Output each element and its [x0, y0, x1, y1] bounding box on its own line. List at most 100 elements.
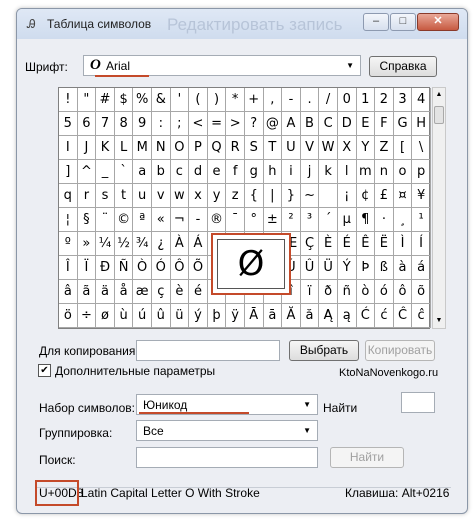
char-cell[interactable]: f: [226, 160, 245, 184]
char-cell[interactable]: Z: [375, 136, 394, 160]
char-cell[interactable]: N: [151, 136, 171, 160]
char-cell[interactable]: ý: [189, 304, 208, 328]
char-cell[interactable]: v: [151, 184, 171, 208]
help-button[interactable]: Справка: [369, 56, 437, 77]
char-cell[interactable]: ²: [282, 208, 301, 232]
char-cell[interactable]: 2: [375, 88, 394, 112]
char-cell[interactable]: E: [356, 112, 376, 136]
char-cell[interactable]: ´: [319, 208, 338, 232]
char-cell[interactable]: x: [189, 184, 208, 208]
char-cell[interactable]: Ç: [300, 232, 320, 256]
char-cell[interactable]: þ: [207, 304, 227, 328]
char-cell[interactable]: ö: [59, 304, 78, 328]
char-cell[interactable]: ¯: [226, 208, 245, 232]
char-cell[interactable]: ±: [263, 208, 283, 232]
char-cell[interactable]: -: [282, 88, 301, 112]
char-cell[interactable]: 1: [356, 88, 376, 112]
title-bar[interactable]: Ꭿ Таблица символов Редактировать запись …: [17, 9, 467, 39]
char-cell[interactable]: Ā: [244, 304, 264, 328]
char-cell[interactable]: %: [133, 88, 152, 112]
char-cell[interactable]: C: [319, 112, 338, 136]
scroll-up-arrow-icon[interactable]: ▲: [433, 88, 445, 102]
char-cell[interactable]: û: [151, 304, 171, 328]
char-cell[interactable]: A: [282, 112, 301, 136]
grid-scrollbar[interactable]: ▲ ▼: [432, 87, 446, 329]
char-cell[interactable]: ÿ: [226, 304, 245, 328]
char-cell[interactable]: r: [77, 184, 97, 208]
search-input[interactable]: [136, 447, 318, 468]
char-cell[interactable]: ·: [375, 208, 394, 232]
char-cell[interactable]: a: [133, 160, 152, 184]
char-cell[interactable]: ú: [133, 304, 152, 328]
char-cell[interactable]: <: [189, 112, 208, 136]
char-cell[interactable]: ã: [77, 280, 97, 304]
char-cell[interactable]: G: [393, 112, 413, 136]
char-cell[interactable]: l: [337, 160, 357, 184]
char-cell[interactable]: h: [263, 160, 283, 184]
char-cell[interactable]: «: [151, 208, 171, 232]
char-cell[interactable]: Ñ: [114, 256, 134, 280]
char-cell[interactable]: ð: [319, 280, 338, 304]
char-cell[interactable]: ø: [96, 304, 115, 328]
char-cell[interactable]: §: [77, 208, 97, 232]
grouping-select[interactable]: Все ▼: [136, 420, 318, 441]
char-cell[interactable]: »: [77, 232, 97, 256]
char-cell[interactable]: µ: [337, 208, 357, 232]
char-cell[interactable]: Ý: [337, 256, 357, 280]
char-cell[interactable]: ñ: [337, 280, 357, 304]
char-cell[interactable]: ": [77, 88, 97, 112]
char-cell[interactable]: Ì: [393, 232, 413, 256]
char-cell[interactable]: y: [207, 184, 227, 208]
char-cell[interactable]: S: [244, 136, 264, 160]
goto-unicode-field[interactable]: [401, 392, 435, 413]
char-cell[interactable]: ü: [170, 304, 190, 328]
char-cell[interactable]: â: [59, 280, 78, 304]
char-cell[interactable]: Õ: [189, 256, 208, 280]
char-cell[interactable]: ā: [263, 304, 283, 328]
char-cell[interactable]: 3: [393, 88, 413, 112]
char-cell[interactable]: ®: [207, 208, 227, 232]
select-button[interactable]: Выбрать: [289, 340, 359, 361]
char-cell[interactable]: ô: [393, 280, 413, 304]
char-cell[interactable]: ': [170, 88, 190, 112]
char-cell[interactable]: F: [375, 112, 394, 136]
char-cell[interactable]: {: [244, 184, 264, 208]
char-cell[interactable]: K: [96, 136, 115, 160]
char-cell[interactable]: á: [412, 256, 431, 280]
char-cell[interactable]: k: [319, 160, 338, 184]
advanced-view-checkbox[interactable]: ✔: [38, 364, 51, 377]
close-button[interactable]: ✕: [417, 13, 459, 31]
char-cell[interactable]: Y: [356, 136, 376, 160]
char-cell[interactable]: _: [96, 160, 115, 184]
char-cell[interactable]: ©: [114, 208, 134, 232]
char-cell[interactable]: Þ: [356, 256, 376, 280]
char-cell[interactable]: å: [114, 280, 134, 304]
char-cell[interactable]: p: [412, 160, 431, 184]
char-cell[interactable]: ¡: [337, 184, 357, 208]
char-cell[interactable]: 5: [59, 112, 78, 136]
char-cell[interactable]: W: [319, 136, 338, 160]
char-cell[interactable]: -: [189, 208, 208, 232]
char-cell[interactable]: ]: [59, 160, 78, 184]
char-cell[interactable]: |: [263, 184, 283, 208]
char-cell[interactable]: o: [393, 160, 413, 184]
char-cell[interactable]: Ć: [356, 304, 376, 328]
char-cell[interactable]: L: [114, 136, 134, 160]
char-cell[interactable]: U: [282, 136, 301, 160]
char-cell[interactable]: &: [151, 88, 171, 112]
char-cell[interactable]: ò: [356, 280, 376, 304]
char-cell[interactable]: w: [170, 184, 190, 208]
char-cell[interactable]: \: [412, 136, 431, 160]
char-cell[interactable]: Ë: [375, 232, 394, 256]
char-cell[interactable]: [: [393, 136, 413, 160]
char-cell[interactable]: ~: [300, 184, 320, 208]
char-cell[interactable]: [319, 184, 338, 208]
char-cell[interactable]: Ĉ: [393, 304, 413, 328]
char-cell[interactable]: æ: [133, 280, 152, 304]
char-cell[interactable]: ¿: [151, 232, 171, 256]
char-cell[interactable]: ¦: [59, 208, 78, 232]
char-cell[interactable]: ;: [170, 112, 190, 136]
char-cell[interactable]: 0: [337, 88, 357, 112]
char-cell[interactable]: Ï: [77, 256, 97, 280]
char-cell[interactable]: ¶: [356, 208, 376, 232]
